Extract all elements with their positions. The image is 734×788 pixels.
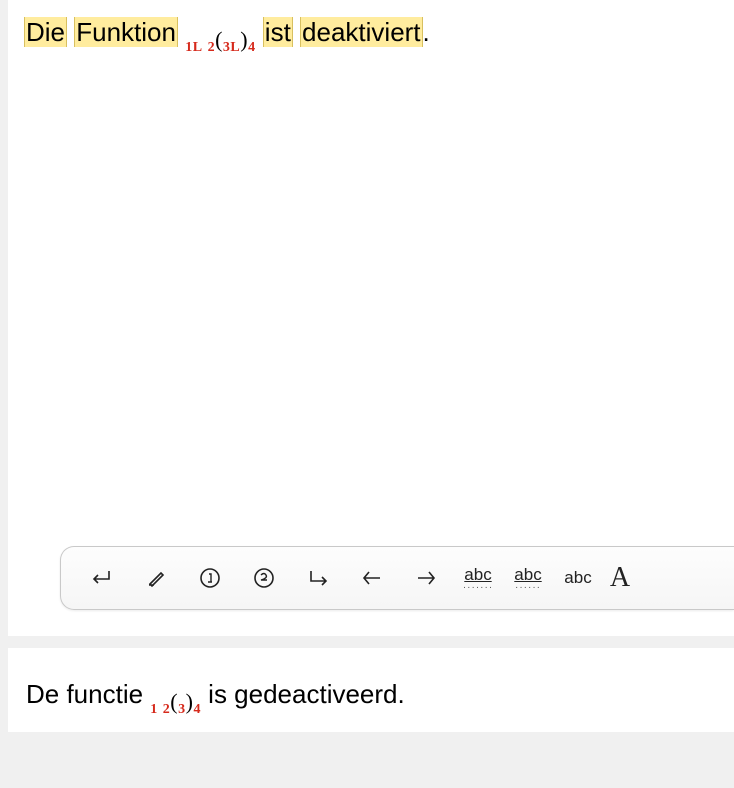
word-text: ist <box>265 17 291 47</box>
text-run: is gedeactiveerd. <box>201 679 405 709</box>
dotted-underline-icon: ······ <box>515 585 541 591</box>
highlighted-word[interactable]: deaktiviert <box>300 17 423 47</box>
font-size-button[interactable]: A <box>603 554 637 602</box>
editor-panel: Die Funktion 1L 2(3L)4 ist deaktiviert. <box>0 0 734 636</box>
text-run: De functie <box>26 679 150 709</box>
abc-label: abc <box>564 568 591 588</box>
period: . <box>423 17 430 47</box>
formula-token[interactable]: 1L 2(3L)4 <box>185 25 255 56</box>
formula-sub: 2 <box>208 40 216 55</box>
highlighted-word[interactable]: Funktion <box>74 17 178 47</box>
abc-label: abc <box>464 566 491 583</box>
formula-sub: 3 <box>178 702 186 717</box>
formula-sub: 3L <box>223 40 240 55</box>
source-text-line[interactable]: Die Funktion 1L 2(3L)4 ist deaktiviert. <box>24 14 718 50</box>
paren-close: ) <box>240 27 248 52</box>
formula-sub: 1 <box>150 702 158 717</box>
dotted-underline-icon: ······· <box>463 585 493 591</box>
paren-open: ( <box>215 27 223 52</box>
word-text: deaktiviert <box>302 17 421 47</box>
line-break-icon[interactable] <box>291 554 345 602</box>
formula-sub: 4 <box>248 40 256 55</box>
arrow-right-icon[interactable] <box>399 554 453 602</box>
abc-button-group: abc ······· abc ······ abc <box>453 554 603 602</box>
abc-underline-dotted-button[interactable]: abc ······· <box>453 554 503 602</box>
paren-open: ( <box>170 689 178 714</box>
formula-token[interactable]: 1 2(3)4 <box>150 687 201 718</box>
editor-toolbar: abc ······· abc ······ abc A <box>60 546 734 610</box>
target-text-line[interactable]: De functie 1 2(3)4 is gedeactiveerd. <box>26 676 718 712</box>
word-text: Funktion <box>76 17 176 47</box>
font-a-label: A <box>610 562 630 594</box>
translation-panel: De functie 1 2(3)4 is gedeactiveerd. <box>0 648 734 732</box>
highlighted-word[interactable]: Die <box>24 17 67 47</box>
highlighted-word[interactable]: ist <box>263 17 293 47</box>
arrow-left-icon[interactable] <box>345 554 399 602</box>
edit-icon[interactable] <box>129 554 183 602</box>
abc-label: abc <box>514 566 541 583</box>
circled-two-icon[interactable] <box>237 554 291 602</box>
circled-one-icon[interactable] <box>183 554 237 602</box>
abc-plain-button[interactable]: abc <box>553 554 603 602</box>
formula-sub: 1L <box>185 40 202 55</box>
return-icon[interactable] <box>75 554 129 602</box>
abc-underline-dotted-alt-button[interactable]: abc ······ <box>503 554 553 602</box>
formula-sub: 4 <box>193 702 201 717</box>
word-text: Die <box>26 17 65 47</box>
